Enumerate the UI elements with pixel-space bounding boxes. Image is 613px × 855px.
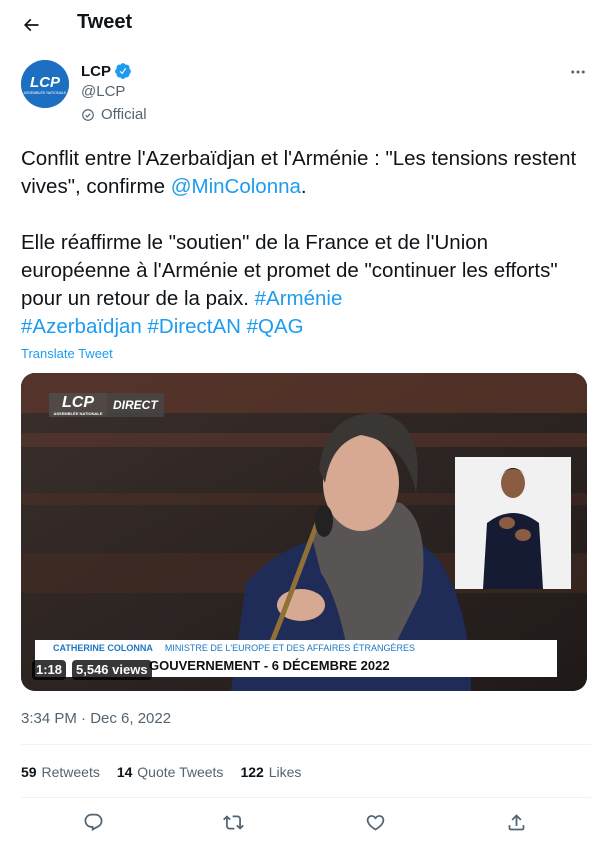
channel-logo: LCP ASSEMBLÉE NATIONALE <box>49 393 107 417</box>
arrow-left-icon <box>23 18 39 32</box>
channel-logo-subtext: ASSEMBLÉE NATIONALE <box>53 411 103 416</box>
hashtag-link[interactable]: #QAG <box>247 315 304 338</box>
likes-label: Likes <box>268 764 302 780</box>
video-views: 5,546 views <box>72 660 152 680</box>
video-player[interactable]: LCP ASSEMBLÉE NATIONALE DIRECT CATHERINE … <box>21 373 587 691</box>
video-duration: 1:18 <box>32 660 67 680</box>
quote-tweets-count: 14 <box>116 764 133 780</box>
reply-icon <box>84 813 102 831</box>
retweets-count: 59 <box>21 764 37 780</box>
author-name-row: LCP <box>81 62 132 80</box>
tweet-timestamp[interactable]: 3:34 PM · Dec 6, 2022 <box>21 710 171 727</box>
verified-badge-icon <box>114 62 132 80</box>
page-title: Tweet <box>77 11 133 33</box>
svg-text:ASSEMBLÉE NATIONALE: ASSEMBLÉE NATIONALE <box>24 90 67 95</box>
more-options-button[interactable] <box>566 60 590 84</box>
tweet-text-part: . <box>300 175 307 198</box>
share-icon <box>508 813 524 830</box>
avatar[interactable]: LCP ASSEMBLÉE NATIONALE <box>21 60 69 108</box>
caption-name: CATHERINE COLONNA <box>53 642 153 653</box>
live-label: DIRECT <box>107 393 164 417</box>
heart-icon <box>366 814 384 831</box>
share-button[interactable] <box>501 807 531 837</box>
hashtag-link[interactable]: #Azerbaïdjan <box>21 315 142 338</box>
hashtag-link[interactable]: #Arménie <box>255 287 343 310</box>
hashtag-link[interactable]: #DirectAN <box>148 315 241 338</box>
likes-count: 122 <box>240 764 264 780</box>
tweet-header: Tweet <box>0 0 613 46</box>
quote-tweets-stat[interactable]: 14 Quote Tweets <box>117 764 224 780</box>
quote-tweets-label: Quote Tweets <box>137 764 224 780</box>
divider <box>21 797 591 798</box>
retweet-icon <box>222 814 244 830</box>
likes-stat[interactable]: 122 Likes <box>240 764 301 780</box>
tweet-actions <box>0 807 613 837</box>
more-horizontal-icon <box>571 70 585 74</box>
lcp-logo-icon: LCP ASSEMBLÉE NATIONALE <box>21 60 69 108</box>
back-button[interactable] <box>14 8 48 42</box>
tweet-stats: 59 Retweets 14 Quote Tweets 122 Likes <box>21 764 318 780</box>
official-text: Official <box>101 106 147 123</box>
retweets-stat[interactable]: 59 Retweets <box>21 764 100 780</box>
author-name[interactable]: LCP <box>81 63 111 80</box>
like-button[interactable] <box>360 807 390 837</box>
official-label: Official <box>81 106 147 123</box>
tweet-text: Conflit entre l'Azerbaïdjan et l'Arménie… <box>21 145 591 341</box>
divider <box>21 744 591 745</box>
official-badge-icon <box>82 108 94 121</box>
channel-logo-text: LCP <box>62 394 94 411</box>
mention-link[interactable]: @MinColonna <box>171 175 301 198</box>
svg-text:LCP: LCP <box>30 74 61 91</box>
caption-role: MINISTRE DE L'EUROPE ET DES AFFAIRES ÉTR… <box>164 642 415 653</box>
caption-banner: CATHERINE COLONNA MINISTRE DE L'EUROPE E… <box>35 640 557 655</box>
translate-tweet-link[interactable]: Translate Tweet <box>21 346 113 361</box>
retweets-label: Retweets <box>41 764 100 780</box>
retweet-button[interactable] <box>218 807 248 837</box>
reply-button[interactable] <box>78 807 108 837</box>
author-handle[interactable]: @LCP <box>81 83 125 100</box>
